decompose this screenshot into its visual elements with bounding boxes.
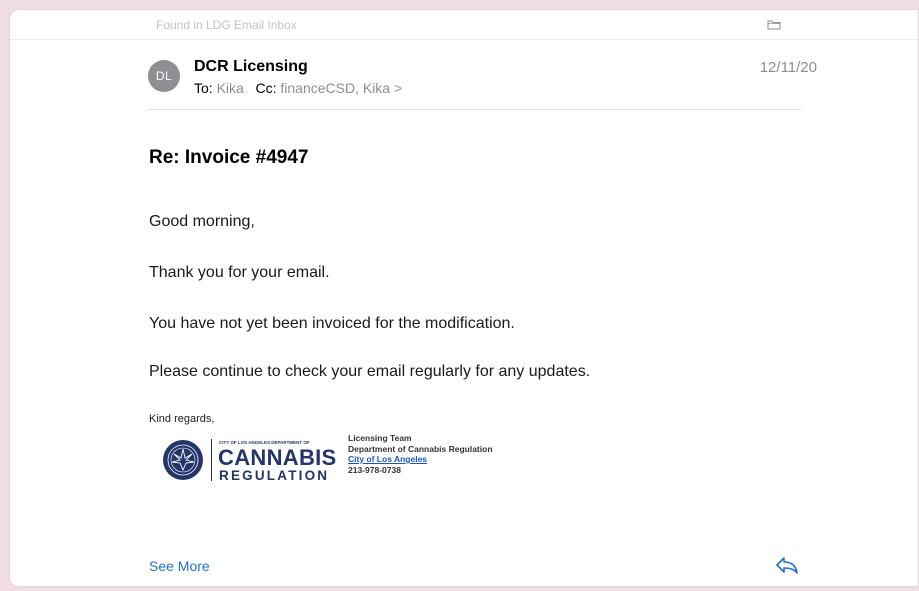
chevron-right-icon[interactable]: > (394, 80, 402, 96)
top-bar: Found in LDG Email Inbox (10, 10, 918, 40)
email-signature: CITY OF LOS ANGELES DEPARTMENT OF CANNAB… (162, 433, 522, 485)
dept-regulation-text: REGULATION (219, 468, 330, 483)
city-seal-icon (163, 440, 203, 480)
message-date: 12/11/20 (759, 59, 817, 76)
avatar[interactable]: DL (148, 60, 180, 92)
signature-team: Licensing Team (348, 433, 412, 443)
email-subject: Re: Invoice #4947 (149, 147, 309, 168)
signature-department: Department of Cannabis Regulation (348, 443, 493, 454)
message-header: DL DCR Licensing To: Kika Cc: financeCSD… (148, 54, 817, 110)
body-paragraph: Thank you for your email. (149, 264, 330, 281)
to-label: To: (194, 80, 213, 96)
reply-icon[interactable] (775, 555, 799, 575)
signature-details: Licensing Team Department of Cannabis Re… (348, 433, 493, 475)
signature-phone: 213-978-0738 (348, 464, 401, 475)
signature-city-link[interactable]: City of Los Angeles (348, 454, 493, 465)
recipients-line[interactable]: To: Kika Cc: financeCSD, Kika > (194, 80, 402, 96)
cc-label: Cc: (255, 80, 277, 96)
sender-name[interactable]: DCR Licensing (194, 58, 308, 76)
email-card: Found in LDG Email Inbox DL DCR Licensin… (9, 9, 919, 587)
cc-value: financeCSD, Kika (280, 80, 391, 96)
found-in-label: Found in LDG Email Inbox (156, 18, 297, 32)
see-more-link[interactable]: See More (149, 558, 210, 574)
folder-icon[interactable] (767, 19, 781, 30)
body-paragraph: You have not yet been invoiced for the m… (149, 315, 515, 332)
body-paragraph: Please continue to check your email regu… (149, 363, 591, 380)
to-value: Kika (216, 80, 244, 96)
sign-off: Kind regards, (149, 413, 215, 425)
body-paragraph: Good morning, (149, 213, 255, 230)
signature-divider (211, 439, 212, 481)
